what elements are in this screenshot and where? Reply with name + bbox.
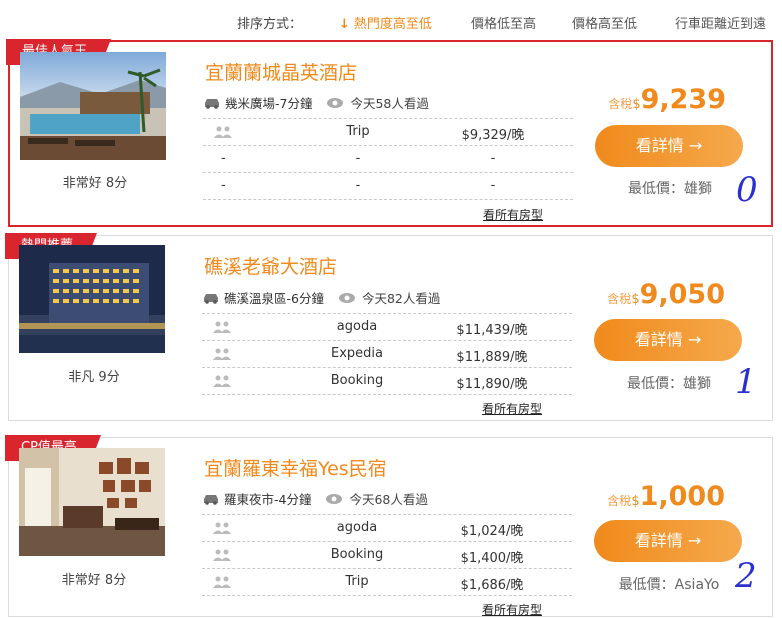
provider-name: Expedia <box>331 346 383 361</box>
offer-row[interactable]: Booking $1,400/晚 <box>202 541 572 568</box>
offer-table: agoda $11,439/晚 Expedia $11,889/晚 Bookin… <box>202 313 572 395</box>
currency-symbol: $ <box>632 97 641 112</box>
provider-price: $1,024/晚 <box>460 524 524 539</box>
handwritten-annotation: 1 <box>735 362 757 402</box>
all-rooms-link[interactable]: 看所有房型 <box>483 206 543 223</box>
hotel-card: 最佳人氣王 非常好 8分 宜蘭蘭城晶英酒店 幾米廣場-7分鐘 今天58人看過 T… <box>6 39 773 227</box>
offer-row[interactable]: Expedia $11,889/晚 <box>202 340 572 367</box>
sort-price-desc[interactable]: 價格高至低 <box>572 13 637 32</box>
price-value: 9,239 <box>640 84 726 115</box>
rating-label: 非常好 8分 <box>61 573 127 588</box>
tax-label: 含稅 <box>608 97 633 111</box>
offer-row: - - - <box>203 145 573 172</box>
people-icon <box>213 549 231 561</box>
hotel-name[interactable]: 礁溪老爺大酒店 <box>204 252 337 279</box>
hotel-meta: 幾米廣場-7分鐘 今天58人看過 <box>203 93 429 112</box>
offer-row[interactable]: Booking $11,890/晚 <box>202 367 572 395</box>
hotel-meta: 羅東夜市-4分鐘 今天68人看過 <box>202 489 428 508</box>
location-text: 羅東夜市-4分鐘 <box>224 492 312 507</box>
price-display: 含稅$9,050 <box>607 279 725 310</box>
provider-price: $1,400/晚 <box>460 551 524 566</box>
lowest-price-source: 最低價：雄獅 <box>627 376 711 392</box>
sort-popularity-desc[interactable]: 熱門度高至低 <box>339 13 432 32</box>
sort-bar: 排序方式： 熱門度高至低 價格低至高 價格高至低 行車距離近到遠 <box>0 0 782 40</box>
hotel-photo[interactable] <box>19 448 165 556</box>
hotel-card: CP值最高 非常好 8分 宜蘭羅東幸福Yes民宿 羅東夜市-4分鐘 今天68人看… <box>5 435 773 618</box>
all-rooms-link[interactable]: 看所有房型 <box>482 601 542 618</box>
provider-name: Trip <box>346 124 370 139</box>
tax-label: 含稅 <box>607 494 632 508</box>
provider-name: agoda <box>336 520 378 535</box>
currency-symbol: $ <box>631 292 640 307</box>
price-value: 1,000 <box>639 481 725 512</box>
people-icon <box>214 126 232 138</box>
offer-row: - - - <box>203 172 573 200</box>
provider-price: $11,889/晚 <box>456 350 528 365</box>
offer-row[interactable]: agoda $1,024/晚 <box>202 514 572 541</box>
hotel-name[interactable]: 宜蘭羅東幸福Yes民宿 <box>204 454 387 481</box>
people-icon <box>213 321 231 333</box>
offer-table: Trip $9,329/晚 - - - - - - <box>203 118 573 200</box>
hotel-photo[interactable] <box>20 52 166 160</box>
car-icon <box>205 98 219 109</box>
provider-name: - <box>355 151 361 166</box>
sort-label: 排序方式： <box>237 17 303 32</box>
provider-name: Booking <box>330 547 384 562</box>
provider-name: - <box>355 178 361 193</box>
currency-symbol: $ <box>631 494 640 509</box>
people-icon <box>213 348 231 360</box>
provider-price: $11,439/晚 <box>456 323 528 338</box>
empty-cell: - <box>221 178 226 193</box>
empty-cell: - <box>221 151 226 166</box>
price-value: 9,050 <box>639 279 725 310</box>
sort-distance-asc[interactable]: 行車距離近到遠 <box>675 13 766 32</box>
all-rooms-link[interactable]: 看所有房型 <box>482 400 542 417</box>
people-icon <box>213 576 231 588</box>
provider-price: - <box>490 151 496 166</box>
provider-price: $1,686/晚 <box>460 578 524 593</box>
hotel-photo[interactable] <box>19 245 165 353</box>
handwritten-annotation: 2 <box>735 556 757 596</box>
offer-row[interactable]: agoda $11,439/晚 <box>202 313 572 340</box>
offer-table: agoda $1,024/晚 Booking $1,400/晚 Trip $1,… <box>202 514 572 596</box>
view-details-button[interactable]: 看詳情 → <box>595 125 743 167</box>
view-details-button[interactable]: 看詳情 → <box>594 319 742 361</box>
location-text: 幾米廣場-7分鐘 <box>225 96 313 111</box>
location-text: 礁溪溫泉區-6分鐘 <box>224 291 324 306</box>
eye-icon <box>327 97 344 108</box>
eye-icon <box>338 292 355 303</box>
handwritten-annotation: 0 <box>736 170 758 210</box>
price-display: 含稅$9,239 <box>608 84 726 115</box>
car-icon <box>204 494 218 505</box>
people-icon <box>213 375 231 387</box>
people-icon <box>213 522 231 534</box>
car-icon <box>204 293 218 304</box>
sort-price-asc[interactable]: 價格低至高 <box>471 13 536 32</box>
lowest-price-source: 最低價：AsiaYo <box>618 577 720 593</box>
price-display: 含稅$1,000 <box>607 481 725 512</box>
provider-name: agoda <box>336 319 378 334</box>
views-text: 今天58人看過 <box>350 96 429 111</box>
view-details-button[interactable]: 看詳情 → <box>594 520 742 562</box>
lowest-price-source: 最低價：雄獅 <box>628 181 712 197</box>
eye-icon <box>326 493 343 504</box>
rating-label: 非常好 8分 <box>62 176 128 191</box>
offer-row[interactable]: Trip $1,686/晚 <box>202 568 572 596</box>
rating-label: 非凡 9分 <box>68 370 120 385</box>
tax-label: 含稅 <box>607 292 632 306</box>
hotel-meta: 礁溪溫泉區-6分鐘 今天82人看過 <box>202 288 440 307</box>
provider-price: - <box>490 178 496 193</box>
provider-price: $11,890/晚 <box>456 377 528 392</box>
views-text: 今天68人看過 <box>349 492 428 507</box>
provider-name: Trip <box>345 574 369 589</box>
offer-row[interactable]: Trip $9,329/晚 <box>203 118 573 145</box>
hotel-card: 熱門推薦 非凡 9分 礁溪老爺大酒店 礁溪溫泉區-6分鐘 今天82人看過 ago… <box>5 233 773 421</box>
hotel-name[interactable]: 宜蘭蘭城晶英酒店 <box>205 58 357 85</box>
provider-price: $9,329/晚 <box>461 128 525 143</box>
views-text: 今天82人看過 <box>361 291 441 306</box>
provider-name: Booking <box>330 373 384 388</box>
